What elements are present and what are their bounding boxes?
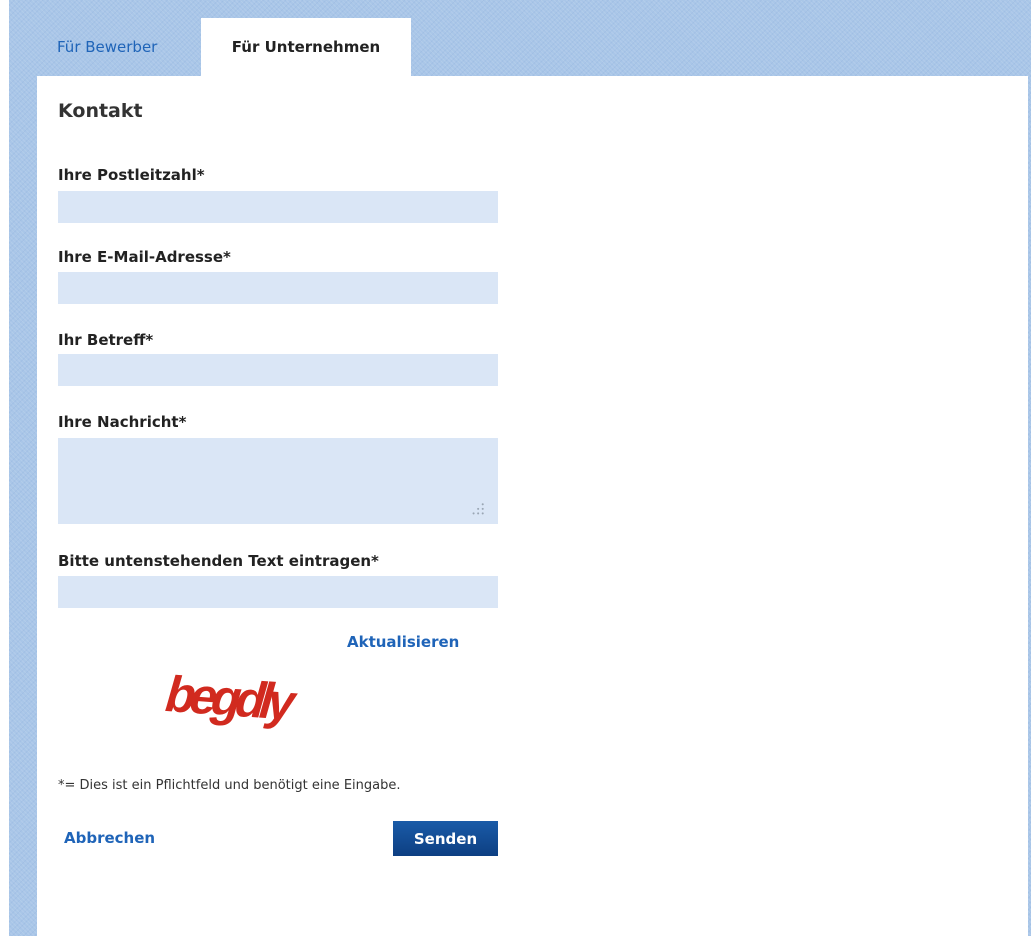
required-field-note: *= Dies ist ein Pflichtfeld und benötigt… — [58, 778, 401, 793]
page-left-edge — [0, 0, 9, 936]
page-title: Kontakt — [58, 100, 143, 122]
tab-fuer-bewerber[interactable]: Für Bewerber — [37, 18, 201, 76]
subject-label: Ihr Betreff* — [58, 331, 154, 349]
postal-code-input[interactable] — [58, 191, 498, 223]
message-textarea[interactable] — [58, 438, 498, 524]
captcha-image: begdly — [159, 665, 304, 730]
cancel-link[interactable]: Abbrechen — [64, 829, 155, 847]
contact-form-panel: Kontakt Ihre Postleitzahl* Ihre E-Mail-A… — [37, 76, 1028, 936]
resize-handle-icon[interactable] — [469, 502, 485, 518]
captcha-label: Bitte untenstehenden Text eintragen* — [58, 552, 379, 570]
tab-bar: Für Bewerber Für Unternehmen — [37, 18, 411, 76]
tab-fuer-unternehmen[interactable]: Für Unternehmen — [201, 18, 411, 76]
email-label: Ihre E-Mail-Adresse* — [58, 248, 231, 266]
captcha-text: begdly — [159, 665, 304, 730]
send-button[interactable]: Senden — [393, 821, 498, 856]
postal-code-label: Ihre Postleitzahl* — [58, 166, 205, 184]
email-input[interactable] — [58, 272, 498, 304]
subject-input[interactable] — [58, 354, 498, 386]
captcha-input[interactable] — [58, 576, 498, 608]
refresh-captcha-link[interactable]: Aktualisieren — [347, 633, 459, 651]
message-label: Ihre Nachricht* — [58, 413, 187, 431]
